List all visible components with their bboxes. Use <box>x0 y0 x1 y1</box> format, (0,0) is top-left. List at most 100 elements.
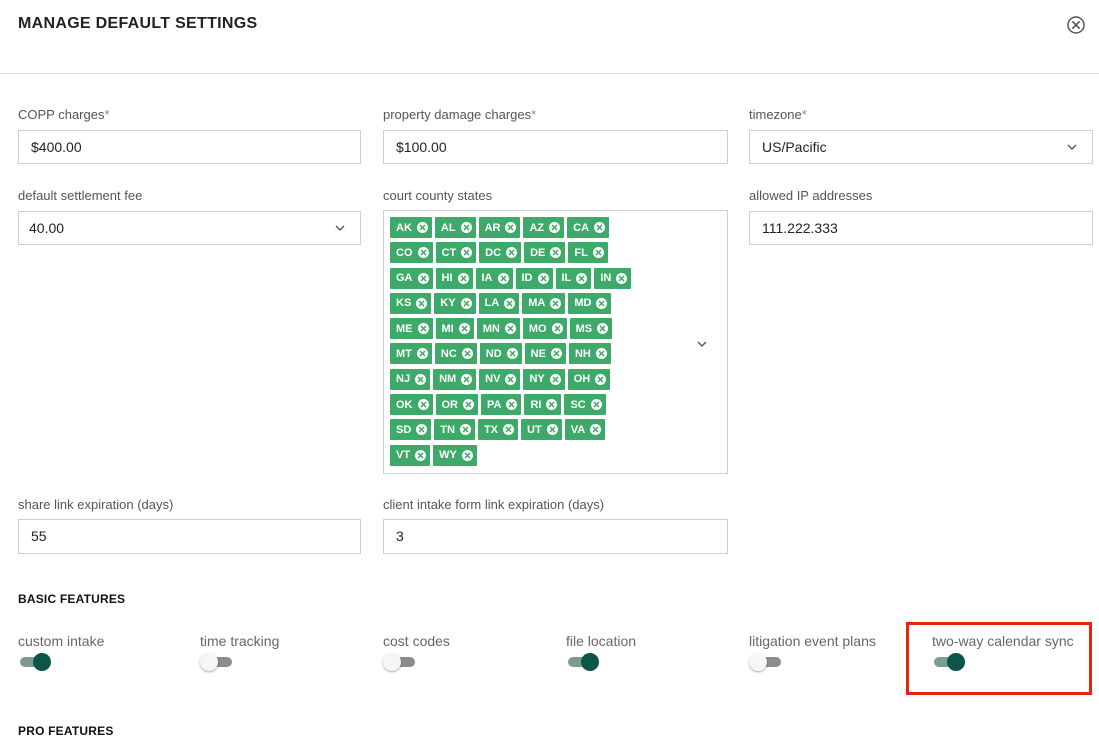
remove-tag-icon[interactable] <box>416 348 428 360</box>
chevron-down-icon <box>1067 144 1077 150</box>
state-tag: DE <box>524 242 566 264</box>
remove-tag-icon[interactable] <box>506 348 518 360</box>
custom-intake-toggle[interactable] <box>18 652 52 672</box>
remove-tag-icon[interactable] <box>590 399 602 411</box>
court-county-states-multiselect[interactable]: AK AL AR AZ CA CO CT DC DE FL GA HI IA ID IL IN KS KY LA MA… <box>383 210 728 474</box>
litigation-event-plans-toggle[interactable] <box>749 652 783 672</box>
state-tag-label: DC <box>485 246 502 259</box>
remove-tag-icon[interactable] <box>416 297 428 309</box>
state-tag-label: AR <box>484 221 501 234</box>
state-tag-label: IA <box>481 272 493 285</box>
remove-tag-icon[interactable] <box>537 272 549 284</box>
share-link-expiration-input[interactable]: 55 <box>18 519 361 554</box>
remove-tag-icon[interactable] <box>497 272 509 284</box>
state-tag: IN <box>594 267 632 289</box>
state-tag: NM <box>433 368 477 390</box>
property-damage-charges-label: property damage charges* <box>383 107 537 122</box>
close-icon[interactable] <box>1066 15 1086 35</box>
state-tag-label: IN <box>600 272 612 285</box>
client-intake-link-expiration-input[interactable]: 3 <box>383 519 728 554</box>
remove-tag-icon[interactable] <box>458 323 470 335</box>
state-tag: VT <box>390 444 431 466</box>
remove-tag-icon[interactable] <box>594 222 606 233</box>
timezone-select[interactable]: US/Pacific <box>749 130 1093 164</box>
remove-tag-icon[interactable] <box>506 247 518 259</box>
feature-label: litigation event plans <box>749 633 876 649</box>
remove-tag-icon[interactable] <box>595 373 607 385</box>
state-tag: MS <box>569 318 613 340</box>
cost-codes-toggle[interactable] <box>383 652 417 672</box>
remove-tag-icon[interactable] <box>460 297 472 309</box>
remove-tag-icon[interactable] <box>597 323 609 335</box>
remove-tag-icon[interactable] <box>576 272 588 284</box>
remove-tag-icon[interactable] <box>416 424 428 436</box>
state-tag: MA <box>522 292 566 314</box>
remove-tag-icon[interactable] <box>461 373 473 385</box>
state-tag-label: UT <box>527 423 542 436</box>
remove-tag-icon[interactable] <box>505 222 517 233</box>
remove-tag-icon[interactable] <box>596 297 608 309</box>
remove-tag-icon[interactable] <box>616 272 628 284</box>
remove-tag-icon[interactable] <box>503 424 515 436</box>
remove-tag-icon[interactable] <box>549 373 561 385</box>
tag-row: NJ NM NV NY OH <box>390 368 690 394</box>
remove-tag-icon[interactable] <box>459 424 471 436</box>
remove-tag-icon[interactable] <box>550 297 562 309</box>
state-tag-label: LA <box>484 297 500 310</box>
tag-row: CO CT DC DE FL <box>390 242 690 267</box>
state-tag-label: MI <box>441 322 454 335</box>
remove-tag-icon[interactable] <box>549 222 561 233</box>
feature-label: custom intake <box>18 633 105 649</box>
copp-charges-input[interactable]: $400.00 <box>18 130 361 164</box>
remove-tag-icon[interactable] <box>504 297 516 309</box>
state-tag: HI <box>435 267 473 289</box>
state-tag-label: NJ <box>396 373 411 386</box>
state-tag-label: AZ <box>529 221 545 234</box>
remove-tag-icon[interactable] <box>505 373 517 385</box>
allowed-ip-addresses-label: allowed IP addresses <box>749 188 873 203</box>
tag-list: AK AL AR AZ CA CO CT DC DE FL GA HI IA ID IL IN KS KY LA MA… <box>390 217 690 470</box>
timezone-value: US/Pacific <box>762 139 827 155</box>
remove-tag-icon[interactable] <box>416 222 428 233</box>
remove-tag-icon[interactable] <box>417 323 429 335</box>
remove-tag-icon[interactable] <box>550 247 562 259</box>
state-tag: MD <box>568 292 612 314</box>
remove-tag-icon[interactable] <box>595 348 607 360</box>
remove-tag-icon[interactable] <box>417 247 429 259</box>
state-tag-label: KS <box>396 297 412 310</box>
file-location-toggle[interactable] <box>566 652 600 672</box>
feature-file-location: file location <box>566 632 636 671</box>
remove-tag-icon[interactable] <box>460 222 472 233</box>
remove-tag-icon[interactable] <box>592 247 604 259</box>
remove-tag-icon[interactable] <box>550 348 562 360</box>
state-tag: RI <box>524 394 562 416</box>
allowed-ip-addresses-input[interactable]: 111.222.333 <box>749 211 1093 245</box>
remove-tag-icon[interactable] <box>546 399 558 411</box>
client-intake-link-expiration-label: client intake form link expiration (days… <box>383 497 605 512</box>
remove-tag-icon[interactable] <box>504 323 516 335</box>
chevron-down-icon[interactable] <box>696 338 708 350</box>
remove-tag-icon[interactable] <box>417 272 429 284</box>
remove-tag-icon[interactable] <box>415 373 427 385</box>
remove-tag-icon[interactable] <box>590 424 602 436</box>
feature-litigation-event-plans: litigation event plans <box>749 632 876 671</box>
state-tag: AL <box>434 217 476 238</box>
remove-tag-icon[interactable] <box>457 272 469 284</box>
property-damage-charges-input[interactable]: $100.00 <box>383 130 728 164</box>
remove-tag-icon[interactable] <box>415 449 427 461</box>
state-tag-label: NV <box>485 373 501 386</box>
state-tag: WY <box>433 444 477 466</box>
remove-tag-icon[interactable] <box>417 399 429 411</box>
remove-tag-icon[interactable] <box>461 348 473 360</box>
state-tag: KY <box>434 292 476 314</box>
state-tag: CT <box>435 242 477 264</box>
time-tracking-toggle[interactable] <box>200 652 234 672</box>
default-settlement-fee-select[interactable]: 40.00 <box>18 211 361 245</box>
remove-tag-icon[interactable] <box>461 449 473 461</box>
remove-tag-icon[interactable] <box>546 424 558 436</box>
remove-tag-icon[interactable] <box>551 323 563 335</box>
remove-tag-icon[interactable] <box>463 399 474 411</box>
basic-features-heading: BASIC FEATURES <box>18 592 126 606</box>
remove-tag-icon[interactable] <box>506 399 518 411</box>
remove-tag-icon[interactable] <box>461 247 473 259</box>
